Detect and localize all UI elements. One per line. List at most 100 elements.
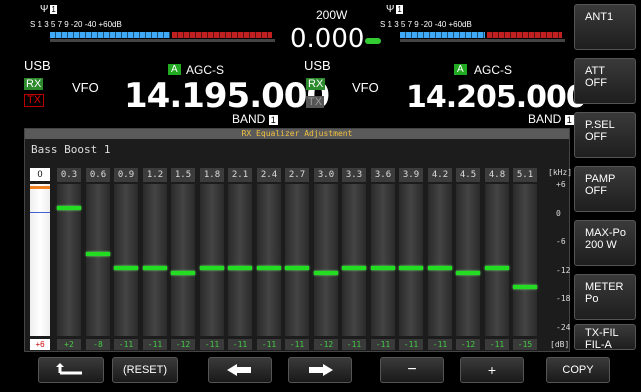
right-rx-badge: RX xyxy=(306,78,326,90)
back-button[interactable] xyxy=(38,357,104,383)
eq-scale-tick: -6 xyxy=(556,237,566,246)
softkey-7-line2: FIL-A xyxy=(585,339,612,351)
left-agc: AGC-S xyxy=(186,63,225,77)
eq-band-11-slider[interactable] xyxy=(342,184,366,336)
eq-band-12-slider[interactable] xyxy=(371,184,395,336)
eq-band-2-slider[interactable] xyxy=(86,184,110,336)
eq-band-13-level xyxy=(399,266,423,270)
s-meter-right xyxy=(400,32,565,42)
eq-band-2-value: -8 xyxy=(86,339,110,350)
eq-band-15-level xyxy=(456,271,480,275)
link-icon xyxy=(365,38,381,44)
eq-band-8-slider[interactable] xyxy=(257,184,281,336)
return-arrow-icon xyxy=(56,363,82,375)
eq-band-0-slider[interactable] xyxy=(30,184,50,336)
eq-band-6-slider[interactable] xyxy=(200,184,224,336)
eq-title: RX Equalizer Adjustment xyxy=(241,129,353,138)
right-tx-badge: TX xyxy=(306,96,325,108)
power-label: 200W xyxy=(316,8,348,22)
eq-band-13-slider[interactable] xyxy=(399,184,423,336)
eq-band-5-freq: 1.5 xyxy=(171,168,195,182)
softkey-2[interactable]: ATT OFF xyxy=(574,58,636,104)
eq-scale-tick: 0 xyxy=(556,208,561,218)
right-mode: USB xyxy=(304,58,331,73)
reset-button[interactable]: (RESET) xyxy=(112,357,178,383)
s-meter-left xyxy=(50,32,275,42)
eq-band-14-level xyxy=(428,266,452,270)
eq-band-8-level xyxy=(257,266,281,270)
softkey-4[interactable]: PAMP OFF xyxy=(574,166,636,212)
eq-band-17-slider[interactable] xyxy=(513,184,537,336)
right-band: BAND 1 xyxy=(528,112,574,126)
eq-band-8-freq: 2.4 xyxy=(257,168,281,182)
softkey-2-line1: ATT xyxy=(585,65,605,77)
eq-band-9-level xyxy=(285,266,309,270)
right-frequency[interactable]: 14.205.000 xyxy=(406,80,587,115)
eq-band-7-value: -11 xyxy=(228,339,252,350)
eq-scale-tick: -24 xyxy=(556,322,571,332)
softkey-5-line2: 200 W xyxy=(585,239,617,251)
eq-band-13-value: -11 xyxy=(399,339,423,350)
left-button[interactable] xyxy=(208,357,272,383)
eq-band-10-value: -12 xyxy=(314,339,338,350)
right-agc: AGC-S xyxy=(474,63,513,77)
softkey-4-line2: OFF xyxy=(585,185,607,197)
eq-band-16-slider[interactable] xyxy=(485,184,509,336)
eq-band-10-slider[interactable] xyxy=(314,184,338,336)
eq-band-15-slider[interactable] xyxy=(456,184,480,336)
copy-button[interactable]: COPY xyxy=(546,357,610,383)
eq-band-12-freq: 3.6 xyxy=(371,168,395,182)
eq-band-9-slider[interactable] xyxy=(285,184,309,336)
antenna-icon-right: Ψ1 xyxy=(386,4,403,15)
softkey-1-line1: ANT1 xyxy=(585,11,614,23)
eq-band-5-slider[interactable] xyxy=(171,184,195,336)
minus-button[interactable]: − xyxy=(380,357,444,383)
eq-band-3-level xyxy=(114,266,138,270)
eq-unit-bottom: [dB] xyxy=(550,340,570,349)
softkey-3-line2: OFF xyxy=(585,131,607,143)
eq-band-3-slider[interactable] xyxy=(114,184,138,336)
eq-scale-tick: +6 xyxy=(556,180,566,189)
eq-band-12-level xyxy=(371,266,395,270)
left-frequency[interactable]: 14.195.000 xyxy=(124,76,330,116)
left-tx-badge: TX xyxy=(24,90,45,108)
eq-band-16-value: -11 xyxy=(485,339,509,350)
softkey-6[interactable]: METER Po xyxy=(574,274,636,320)
eq-band-16-freq: 4.8 xyxy=(485,168,509,182)
plus-button[interactable]: + xyxy=(460,357,524,383)
eq-band-8-value: -11 xyxy=(257,339,281,350)
eq-band-10-freq: 3.0 xyxy=(314,168,338,182)
eq-band-2-level xyxy=(86,252,110,256)
softkey-3[interactable]: P.SEL OFF xyxy=(574,112,636,158)
eq-band-3-value: -11 xyxy=(114,339,138,350)
softkey-7[interactable]: TX-FIL FIL-A xyxy=(574,324,636,351)
eq-band-4-value: -11 xyxy=(143,339,167,350)
eq-band-14-value: -11 xyxy=(428,339,452,350)
eq-band-6-level xyxy=(200,266,224,270)
eq-scale-tick: -12 xyxy=(556,265,571,275)
arrow-left-icon xyxy=(227,364,251,377)
eq-band-17-freq: 5.1 xyxy=(513,168,537,182)
eq-band-4-slider[interactable] xyxy=(143,184,167,336)
softkey-5[interactable]: MAX-Po 200 W xyxy=(574,220,636,266)
left-mode: USB xyxy=(24,58,51,73)
softkey-4-line1: PAMP xyxy=(585,173,616,185)
eq-band-9-value: -11 xyxy=(285,339,309,350)
eq-band-7-slider[interactable] xyxy=(228,184,252,336)
eq-band-2-freq: 0.6 xyxy=(86,168,110,182)
eq-band-0-label: 0 xyxy=(30,168,50,181)
eq-scale-tick: -18 xyxy=(556,294,571,303)
softkey-5-line1: MAX-Po xyxy=(585,227,626,239)
softkey-1[interactable]: ANT1 xyxy=(574,4,636,50)
s-meter-scale-right: S 1 3 5 7 9 -20 -40 +60dB xyxy=(380,20,472,29)
eq-band-14-freq: 4.2 xyxy=(428,168,452,182)
eq-band-14-slider[interactable] xyxy=(428,184,452,336)
eq-band-11-value: -11 xyxy=(342,339,366,350)
left-band: BAND 1 xyxy=(232,112,278,126)
eq-band-1-level xyxy=(57,206,81,210)
eq-band-10-level xyxy=(314,271,338,275)
eq-band-4-level xyxy=(143,266,167,270)
eq-band-0-zero-line xyxy=(30,212,50,213)
eq-band-5-level xyxy=(171,271,195,275)
right-button[interactable] xyxy=(288,357,352,383)
